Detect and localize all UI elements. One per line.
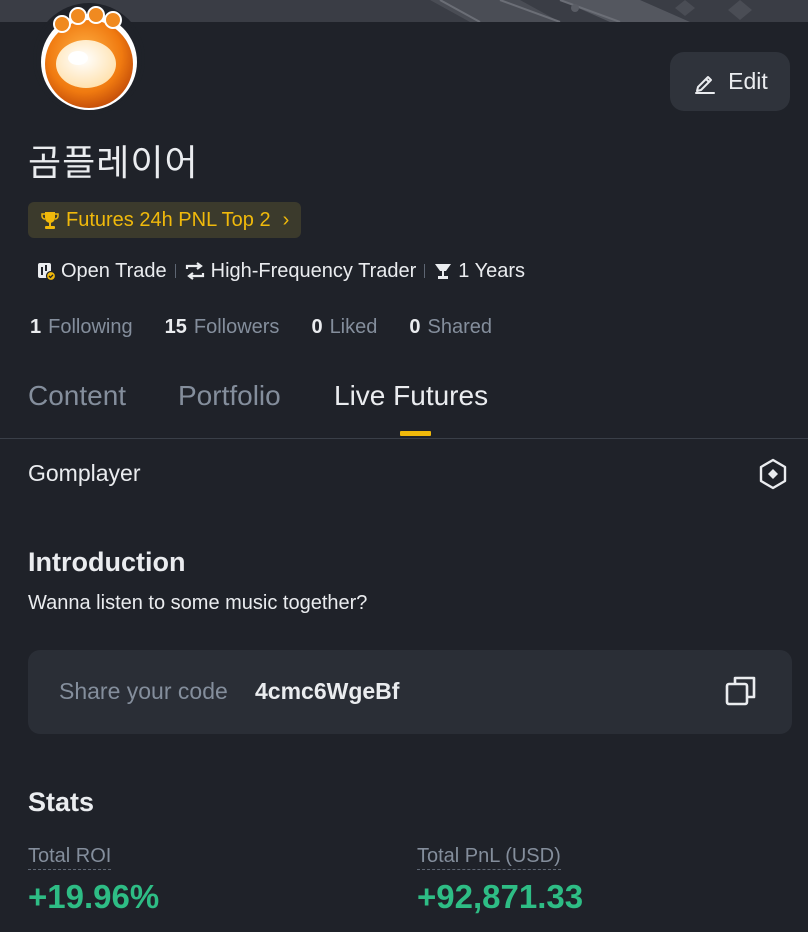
shared-stat[interactable]: 0 Shared [409,316,492,339]
shared-count: 0 [409,316,421,338]
trophy-icon [435,264,452,279]
share-code-value: 4cmc6WgeBf [255,678,400,704]
gom-logo-icon [41,6,137,110]
tag-high-frequency[interactable]: High-Frequency Trader [184,259,417,283]
tag-years[interactable]: 1 Years [433,260,525,283]
shared-label: Shared [427,316,493,338]
open-trade-icon [38,263,56,281]
followers-label: Followers [193,316,280,338]
introduction-text: Wanna listen to some music together? [28,592,368,614]
edit-label: Edit [728,68,768,94]
trophy-icon [41,212,59,229]
account-name: Gomplayer [28,460,141,486]
pnl-badge-label: Futures 24h PNL Top 2 [66,208,271,231]
following-label: Following [48,316,133,338]
tag-open-trade[interactable]: Open Trade [36,260,167,283]
tag-label: Open Trade [61,259,167,282]
chevron-right-icon: › [282,208,290,231]
total-pnl-label[interactable]: Total PnL (USD) [417,845,561,870]
settings-hexagon-icon[interactable] [758,458,788,495]
share-code-box: Share your code 4cmc6WgeBf [28,650,792,734]
tag-label: 1 Years [458,259,526,282]
tab-live-futures[interactable]: Live Futures [334,380,488,412]
total-roi-label[interactable]: Total ROI [28,845,112,870]
share-code-label: Share your code [59,678,228,704]
tag-divider [424,264,426,278]
pencil-icon [695,75,716,94]
username: 곰플레이어 [28,143,199,184]
stats-title: Stats [28,787,95,817]
tab-content[interactable]: Content [28,380,126,412]
trader-tags: Open Trade High-Frequency Trader 1 Years [36,258,525,284]
liked-label: Liked [329,316,378,338]
following-count: 1 [30,316,42,338]
edit-button[interactable]: Edit [670,52,790,111]
copy-icon[interactable] [724,674,758,713]
tag-divider [174,264,176,278]
tab-portfolio[interactable]: Portfolio [178,380,281,412]
repeat-icon [185,262,204,280]
total-roi-value: +19.96% [28,878,160,915]
avatar[interactable] [36,6,142,112]
pnl-rank-badge[interactable]: Futures 24h PNL Top 2 › [28,202,302,238]
social-stats: 1 Following 15 Followers 0 Liked 0 Shared [30,316,492,339]
followers-count: 15 [164,316,187,338]
liked-stat[interactable]: 0 Liked [311,316,377,339]
profile-tabs: Content Portfolio Live Futures [0,380,808,439]
followers-stat[interactable]: 15 Followers [165,316,280,339]
introduction-title: Introduction [28,547,186,577]
total-pnl-value: +92,871.33 [417,878,584,915]
following-stat[interactable]: 1 Following [30,316,133,339]
active-tab-indicator [400,431,431,436]
tag-label: High-Frequency Trader [210,259,417,282]
liked-count: 0 [311,316,323,338]
